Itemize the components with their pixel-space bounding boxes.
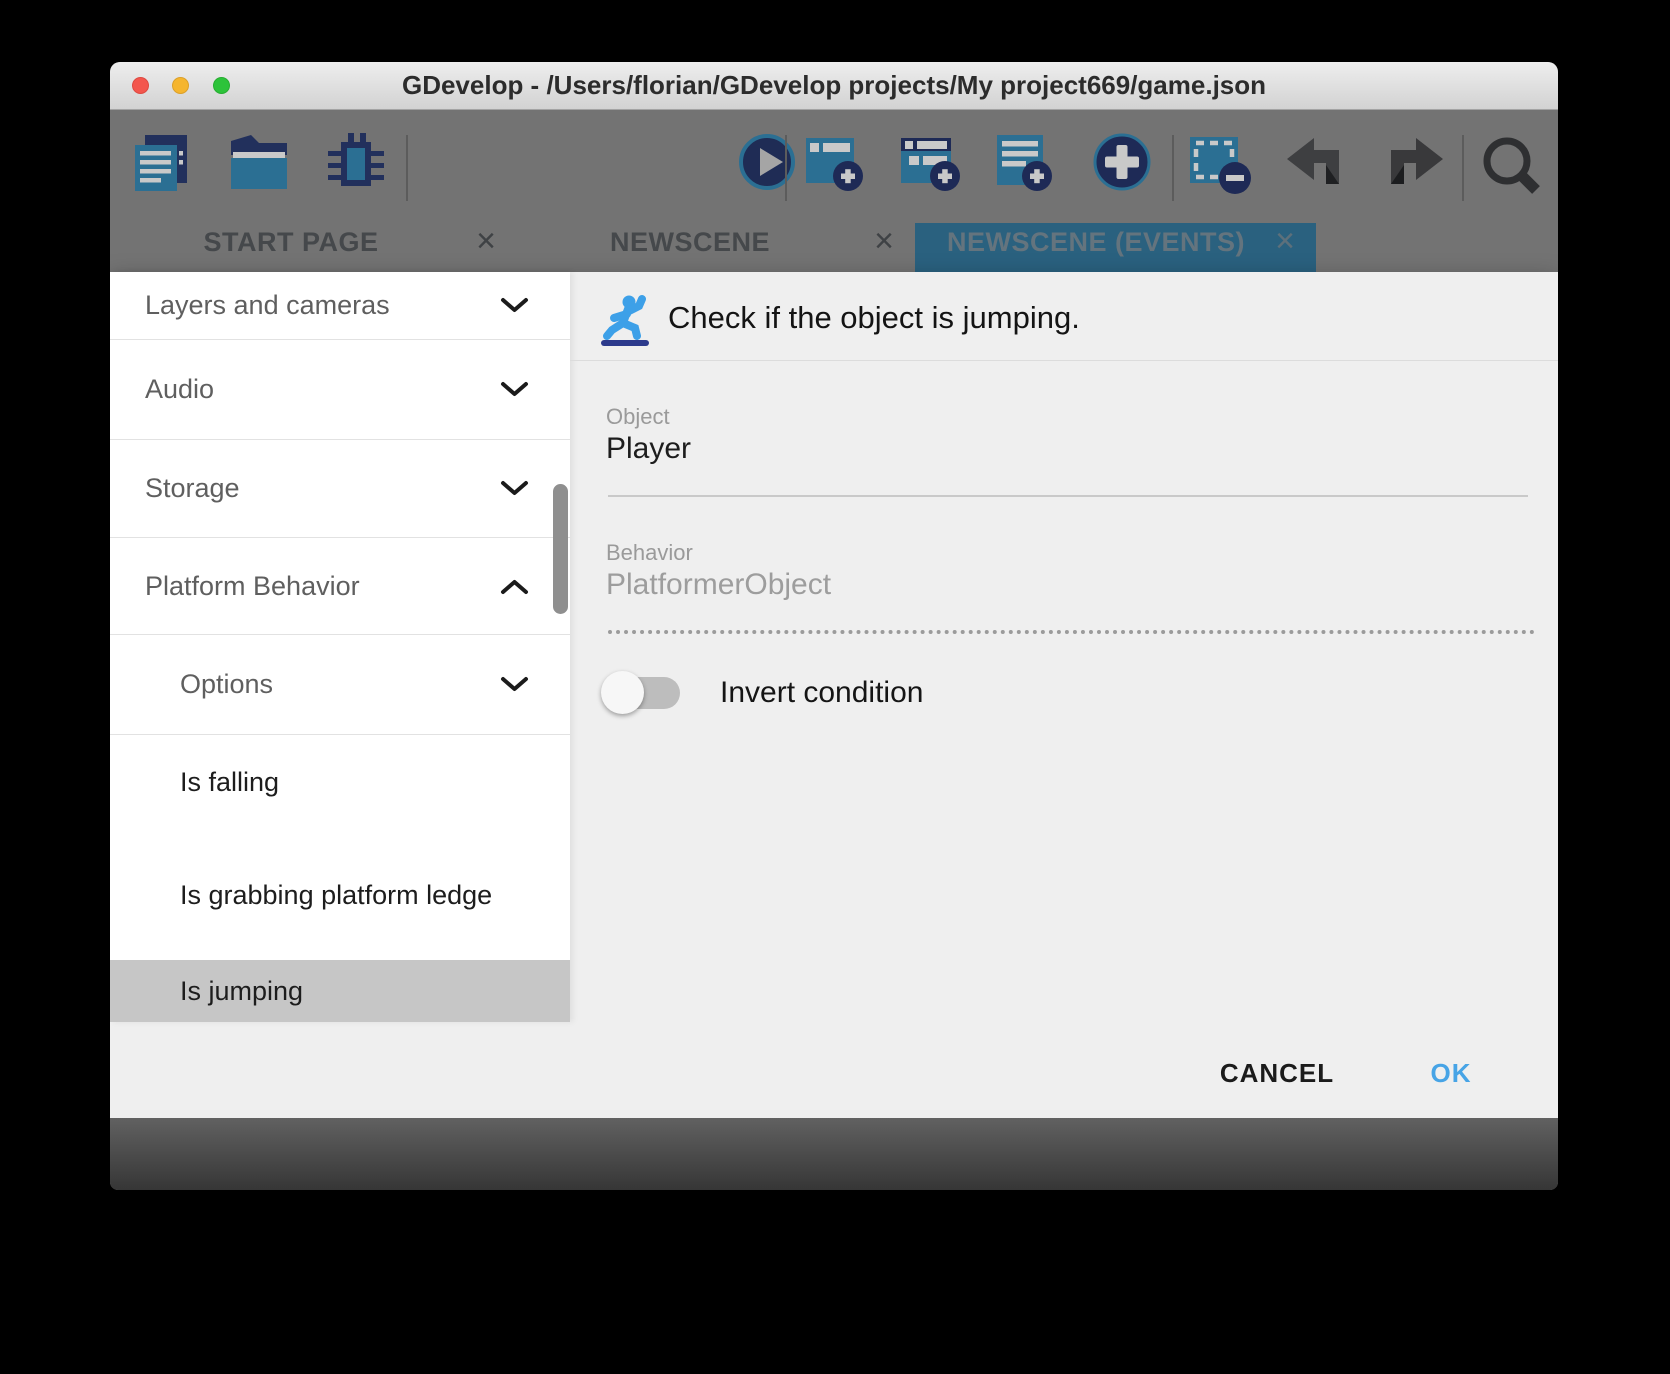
behavior-field-label: Behavior [606, 540, 693, 566]
ok-button[interactable]: OK [1416, 1058, 1486, 1088]
condition-editor-dialog: Layers and cameras Audio Storage Platfor… [110, 272, 1558, 1118]
remove-scene-button[interactable] [1190, 133, 1250, 193]
toggle-knob [601, 671, 644, 714]
toolbar-divider [1462, 135, 1464, 201]
add-extension-button[interactable] [1092, 132, 1152, 192]
sidebar-item-audio[interactable]: Audio [110, 340, 570, 440]
object-input[interactable]: Player [606, 432, 691, 466]
chevron-down-icon [500, 669, 529, 700]
add-scene-button[interactable] [806, 133, 866, 193]
toolbar [110, 110, 1558, 210]
sidebar-item-is-falling[interactable]: Is falling [110, 735, 570, 830]
sidebar-item-options[interactable]: Options [110, 635, 570, 735]
open-project-button[interactable] [229, 133, 289, 193]
minimize-window-button[interactable] [172, 77, 189, 94]
project-manager-button[interactable] [131, 133, 191, 193]
redo-button[interactable] [1383, 138, 1443, 198]
open-project-icon [229, 133, 289, 193]
redo-icon [1383, 138, 1443, 188]
close-tab-start-page-icon[interactable]: × [476, 222, 496, 261]
chevron-down-icon [500, 374, 529, 405]
add-extension-icon [1092, 132, 1152, 192]
add-external-events-icon [901, 133, 963, 193]
behavior-field-underline [608, 630, 1535, 634]
sidebar-item-is-jumping-selected[interactable]: Is jumping [110, 960, 570, 1022]
add-external-events-button[interactable] [901, 133, 961, 193]
tab-start-page[interactable]: START PAGE [203, 227, 378, 258]
tab-newscene[interactable]: NEWSCENE [610, 227, 770, 258]
window-background-below-dialog [110, 1118, 1558, 1190]
search-icon [1480, 134, 1544, 198]
sidebar-item-is-grabbing-platform-ledge[interactable]: Is grabbing platform ledge [110, 830, 570, 960]
add-scene-icon [806, 133, 866, 193]
platformer-runner-icon [598, 294, 652, 353]
add-external-layout-icon [997, 133, 1057, 193]
window-title: GDevelop - /Users/florian/GDevelop proje… [110, 62, 1558, 109]
play-button[interactable] [737, 132, 797, 192]
undo-button[interactable] [1287, 138, 1347, 198]
header-divider [570, 360, 1558, 361]
debug-icon [324, 133, 388, 193]
tab-bar: START PAGE × NEWSCENE × NEWSCENE (EVENTS… [110, 210, 1558, 272]
cancel-button[interactable]: CANCEL [1200, 1058, 1354, 1088]
chevron-down-icon [500, 473, 529, 504]
remove-scene-icon [1190, 133, 1254, 195]
sidebar-item-storage[interactable]: Storage [110, 440, 570, 538]
sidebar-item-platform-behavior[interactable]: Platform Behavior [110, 538, 570, 635]
undo-icon [1287, 138, 1347, 188]
toolbar-divider [785, 135, 787, 201]
object-field-label: Object [606, 404, 670, 430]
close-tab-newscene-events-icon[interactable]: × [1275, 222, 1295, 261]
sidebar-scrollbar-thumb[interactable] [553, 484, 568, 614]
search-button[interactable] [1480, 134, 1540, 194]
chevron-up-icon [500, 571, 529, 602]
dialog-title: Check if the object is jumping. [668, 300, 1080, 336]
close-tab-newscene-icon[interactable]: × [874, 222, 894, 261]
debug-button[interactable] [324, 133, 384, 193]
invert-condition-toggle[interactable] [603, 677, 680, 709]
project-manager-icon [131, 133, 191, 193]
titlebar: GDevelop - /Users/florian/GDevelop proje… [110, 62, 1558, 110]
invert-condition-label: Invert condition [720, 676, 923, 710]
behavior-input: PlatformerObject [606, 568, 831, 602]
close-window-button[interactable] [132, 77, 149, 94]
sidebar-item-layers-and-cameras[interactable]: Layers and cameras [110, 272, 570, 340]
chevron-down-icon [500, 290, 529, 321]
gdevelop-window: GDevelop - /Users/florian/GDevelop proje… [110, 62, 1558, 1190]
add-external-layout-button[interactable] [997, 133, 1057, 193]
object-field-underline [608, 495, 1528, 497]
condition-list-sidebar: Layers and cameras Audio Storage Platfor… [110, 272, 570, 1022]
zoom-window-button[interactable] [213, 77, 230, 94]
play-icon [737, 132, 797, 192]
toolbar-divider [406, 135, 408, 201]
toolbar-divider [1172, 135, 1174, 201]
tab-newscene-events-label[interactable]: NEWSCENE (EVENTS) [947, 227, 1245, 258]
